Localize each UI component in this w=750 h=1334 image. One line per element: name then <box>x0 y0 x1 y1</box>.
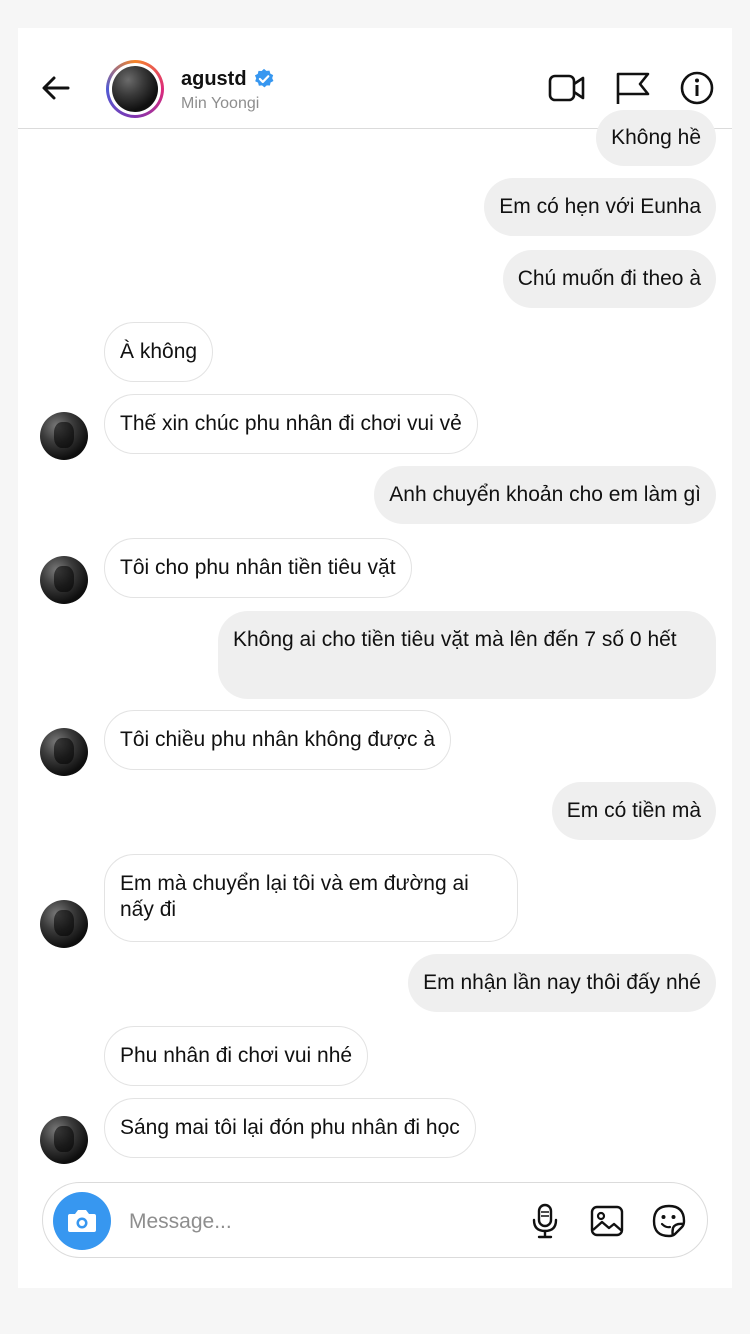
display-name: Min Yoongi <box>181 95 260 112</box>
camera-icon <box>68 1210 96 1232</box>
message-input[interactable] <box>127 1201 491 1243</box>
message-incoming[interactable]: Thế xin chúc phu nhân đi chơi vui vẻ <box>104 394 478 454</box>
message-outgoing[interactable]: Em nhận lần nay thôi đấy nhé <box>408 954 716 1012</box>
message-incoming[interactable]: Phu nhân đi chơi vui nhé <box>104 1026 369 1086</box>
message-outgoing[interactable]: Anh chuyển khoản cho em làm gì <box>374 466 716 524</box>
sender-avatar[interactable] <box>40 1116 88 1164</box>
flag-icon[interactable] <box>614 70 652 106</box>
info-icon[interactable] <box>678 70 716 106</box>
message-composer <box>42 1182 708 1258</box>
message-incoming[interactable]: Em mà chuyển lại tôi và em đường ai nấy … <box>104 854 518 942</box>
message-incoming[interactable]: À không <box>104 322 214 382</box>
arrow-left-icon[interactable] <box>40 72 72 104</box>
sender-avatar[interactable] <box>40 556 88 604</box>
message-incoming[interactable]: Tôi chiều phu nhân không được à <box>104 710 452 770</box>
message-outgoing[interactable]: Em có hẹn với Eunha <box>484 178 716 236</box>
message-outgoing[interactable]: Không ai cho tiền tiêu vặt mà lên đến 7 … <box>218 611 716 699</box>
chat-screen: agustd Min Yoongi Không hề Em có hẹn với… <box>18 28 732 1288</box>
sender-avatar[interactable] <box>40 900 88 948</box>
camera-button[interactable] <box>53 1192 111 1250</box>
message-outgoing[interactable]: Chú muốn đi theo à <box>502 250 716 308</box>
verified-badge-icon <box>254 68 274 88</box>
video-camera-icon[interactable] <box>548 70 586 106</box>
microphone-icon[interactable] <box>527 1203 563 1239</box>
message-incoming[interactable]: Sáng mai tôi lại đón phu nhân đi học <box>104 1098 476 1158</box>
avatar[interactable] <box>106 60 164 118</box>
sender-avatar[interactable] <box>40 412 88 460</box>
username[interactable]: agustd <box>181 68 247 91</box>
message-outgoing[interactable]: Em có tiền mà <box>551 782 716 840</box>
image-icon[interactable] <box>589 1203 625 1239</box>
message-incoming[interactable]: Tôi cho phu nhân tiền tiêu vặt <box>104 538 412 598</box>
message-outgoing[interactable]: Không hề <box>596 110 716 166</box>
sender-avatar[interactable] <box>40 728 88 776</box>
sticker-icon[interactable] <box>651 1203 687 1239</box>
